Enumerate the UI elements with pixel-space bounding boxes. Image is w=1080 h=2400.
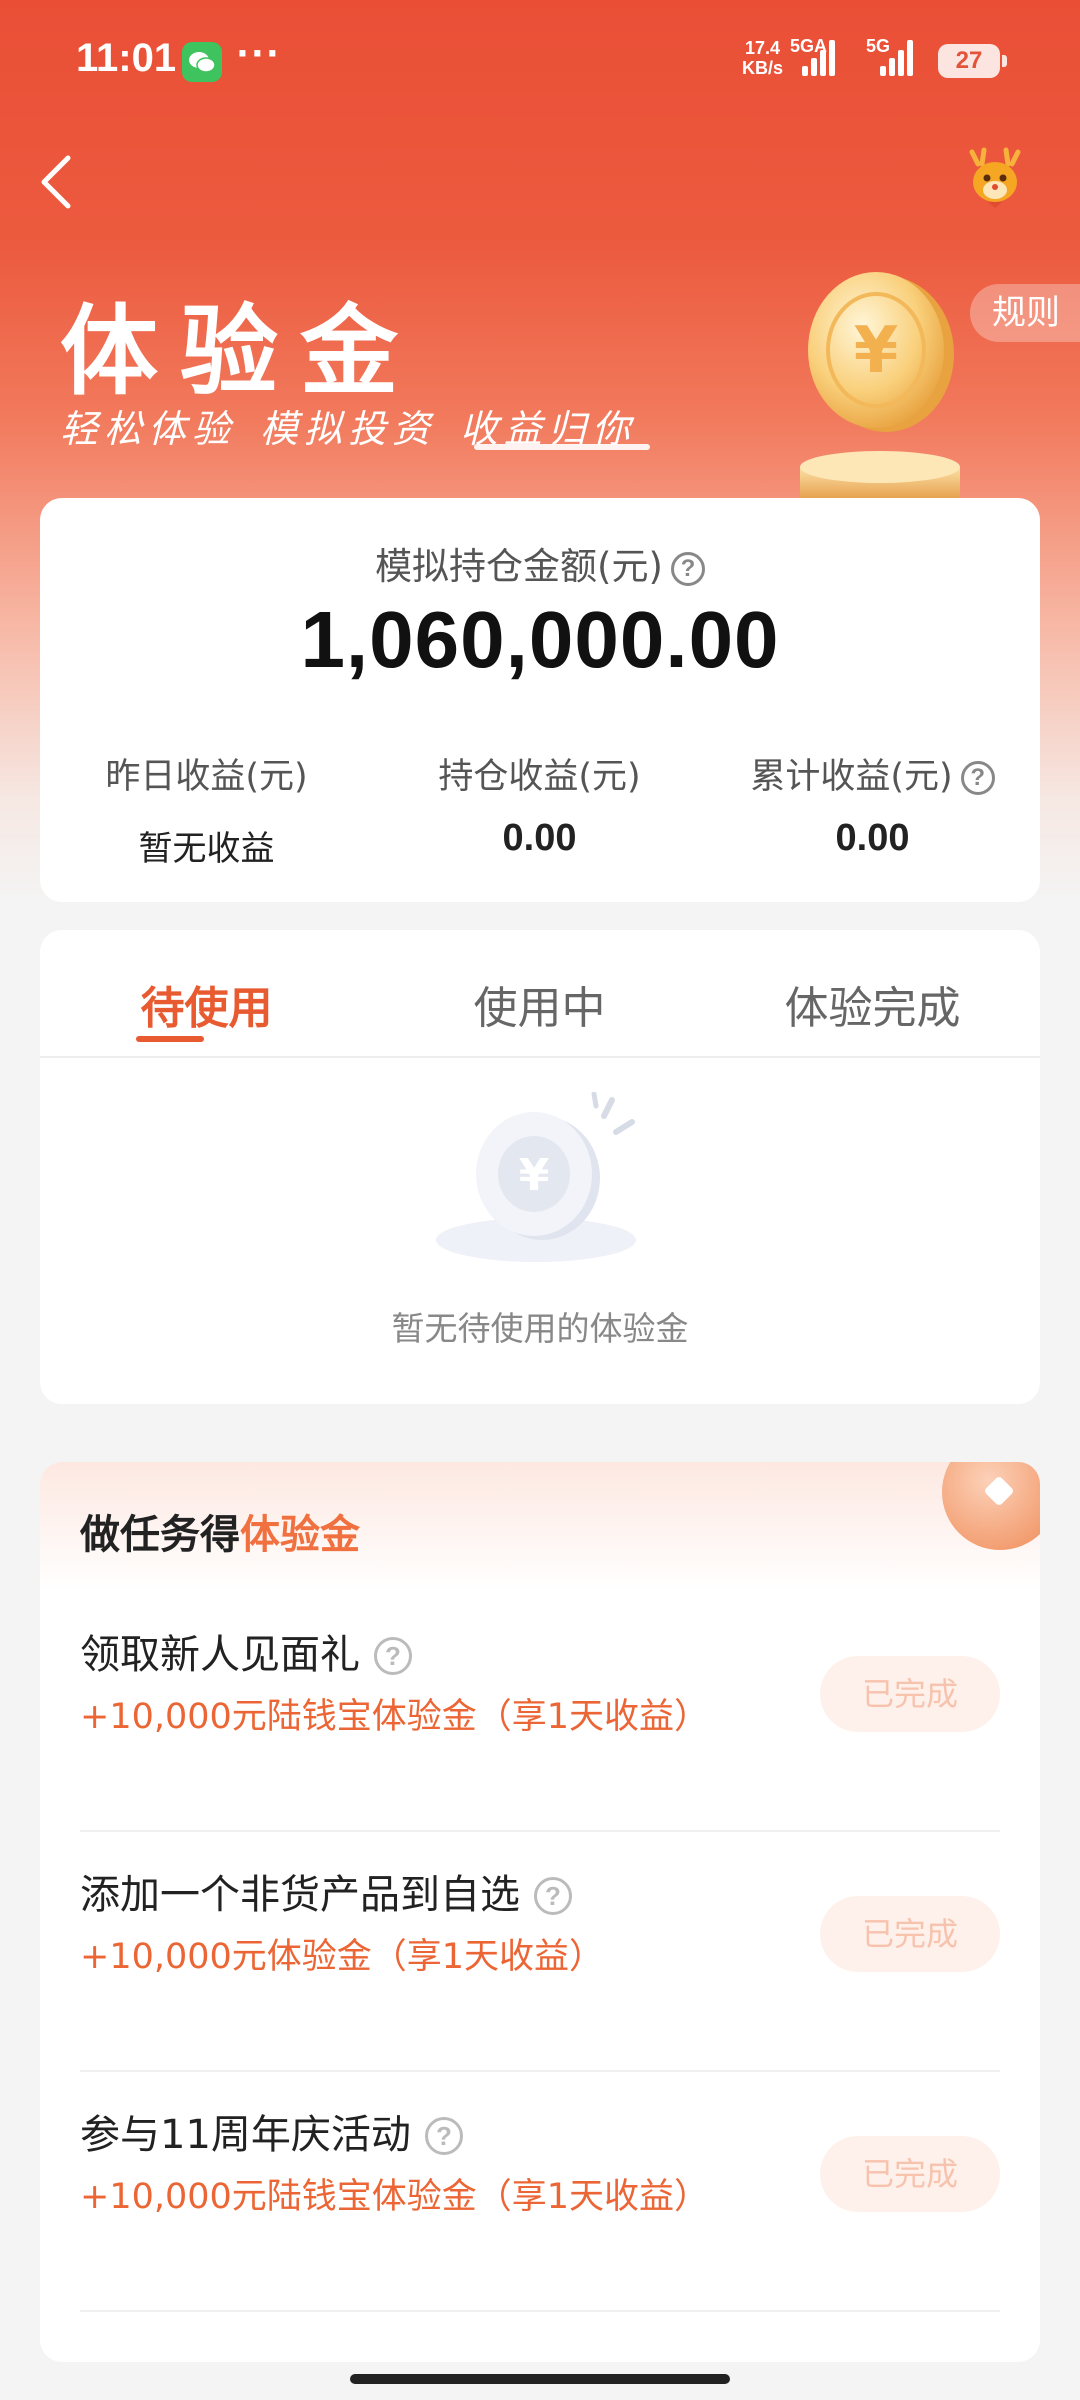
- metric-label-row: 累计收益(元)?: [706, 748, 1039, 799]
- status-bar: 11:01 ··· 17.4 KB/s 5GA 5G 27: [0, 0, 1080, 120]
- page-title: 体验金: [60, 294, 421, 409]
- task-name: 领取新人见面礼: [80, 1632, 360, 1678]
- metric-cumulative: 累计收益(元)? 0.00: [706, 748, 1039, 860]
- home-indicator[interactable]: [350, 2374, 730, 2384]
- signal-sim2-icon: 5G: [866, 36, 913, 76]
- battery-icon: 27: [938, 44, 1007, 78]
- task-name: 参与11周年庆活动: [80, 2112, 411, 2158]
- holding-label: 模拟持仓金额(元): [375, 545, 663, 588]
- help-icon[interactable]: ?: [424, 2117, 463, 2155]
- tabs-divider: [40, 1056, 1040, 1058]
- task-completed-button[interactable]: 已完成: [820, 1896, 1000, 1972]
- subtitle-underline: [474, 444, 650, 450]
- task-reward: +10,000元体验金（享1天收益）: [80, 1937, 605, 1977]
- task-name-row: 领取新人见面礼?: [80, 1622, 412, 1680]
- metric-value: 0.00: [835, 817, 910, 859]
- subtitle-part-1: 轻松体验: [60, 407, 237, 451]
- task-name: 添加一个非货产品到自选: [80, 1872, 520, 1918]
- tasks-title-prefix: 做任务得: [80, 1512, 240, 1558]
- tasks-card: 做任务得体验金 领取新人见面礼? +10,000元陆钱宝体验金（享1天收益） 已…: [40, 1462, 1040, 2362]
- coin-symbol: ¥: [854, 314, 899, 388]
- tab-completed[interactable]: 体验完成: [706, 972, 1039, 1036]
- metric-label: 累计收益(元): [750, 757, 953, 797]
- task-reward: +10,000元陆钱宝体验金（享1天收益）: [80, 1697, 710, 1737]
- status-time: 11:01: [76, 36, 177, 80]
- back-arrow-icon[interactable]: [30, 146, 90, 216]
- holding-summary-card: 模拟持仓金额(元)? 1,060,000.00 昨日收益(元) 暂无收益 持仓收…: [40, 498, 1040, 902]
- holding-label-row: 模拟持仓金额(元)?: [40, 536, 1040, 590]
- metric-label: 昨日收益(元): [105, 757, 308, 797]
- help-icon[interactable]: ?: [670, 552, 705, 586]
- metric-label: 持仓收益(元): [438, 757, 641, 797]
- empty-coin-icon: ¥: [436, 1091, 646, 1272]
- task-completed-button[interactable]: 已完成: [820, 1656, 1000, 1732]
- wechat-icon: [182, 42, 222, 82]
- task-item: 添加一个非货产品到自选? +10,000元体验金（享1天收益） 已完成: [80, 1832, 1000, 2072]
- signal-sim1-icon: 5GA: [790, 36, 835, 76]
- sim2-label: 5G: [866, 36, 891, 56]
- gift-icon: [930, 1462, 1040, 1562]
- task-name-row: 添加一个非货产品到自选?: [80, 1862, 572, 1920]
- task-item: 参与11周年庆活动? +10,000元陆钱宝体验金（享1天收益） 已完成: [80, 2072, 1000, 2312]
- task-name-row: 参与11周年庆活动?: [80, 2102, 463, 2160]
- empty-coin-symbol: ¥: [519, 1150, 550, 1201]
- tab-pending[interactable]: 待使用: [40, 972, 373, 1036]
- subtitle-part-2: 模拟投资: [260, 407, 437, 451]
- network-speed-unit: KB/s: [742, 58, 784, 78]
- sim1-label: 5GA: [790, 36, 828, 56]
- yuan-coin-icon: ¥: [780, 262, 980, 502]
- task-item: 领取新人见面礼? +10,000元陆钱宝体验金（享1天收益） 已完成: [80, 1592, 1000, 1832]
- tasks-title: 做任务得体验金: [80, 1502, 360, 1560]
- metric-value: 0.00: [502, 817, 577, 859]
- network-speed-value: 17.4: [744, 38, 781, 58]
- network-speed: 17.4 KB/s: [742, 38, 783, 78]
- tasks-title-accent: 体验金: [240, 1512, 360, 1558]
- rules-button[interactable]: 规则: [970, 284, 1080, 342]
- task-completed-button[interactable]: 已完成: [820, 2136, 1000, 2212]
- help-icon[interactable]: ?: [374, 1637, 412, 1675]
- more-notifications-icon: ···: [236, 34, 281, 74]
- task-divider: [80, 2310, 1000, 2312]
- help-icon[interactable]: ?: [960, 761, 995, 795]
- holding-value: 1,060,000.00: [300, 595, 780, 684]
- metric-holding: 持仓收益(元) 0.00: [373, 748, 706, 860]
- help-icon[interactable]: ?: [534, 1877, 572, 1915]
- task-reward: +10,000元陆钱宝体验金（享1天收益）: [80, 2177, 710, 2217]
- empty-state-text: 暂无待使用的体验金: [391, 1309, 689, 1348]
- metric-yesterday: 昨日收益(元) 暂无收益: [40, 748, 373, 870]
- deer-mascot-icon[interactable]: [962, 146, 1028, 212]
- tab-active-indicator: [136, 1036, 204, 1042]
- metric-value: 暂无收益: [138, 829, 275, 869]
- tab-in-use[interactable]: 使用中: [373, 972, 706, 1036]
